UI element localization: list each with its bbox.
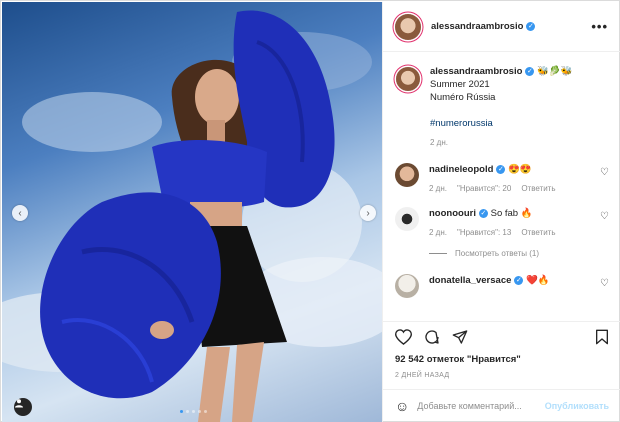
comment-item: donatella_versace ✓ ❤️🔥 ♡ <box>395 274 609 298</box>
commenter-username[interactable]: nadineleopold <box>429 164 493 175</box>
photo-illustration <box>2 10 382 422</box>
comment-time[interactable]: 2 дн. <box>429 184 447 193</box>
carousel-dot <box>186 410 189 413</box>
caption-line: Numéro Rússia <box>430 92 496 103</box>
caption-author-username[interactable]: alessandraambrosio <box>430 66 522 77</box>
user-tag-icon <box>15 399 23 408</box>
caption-emoji: 🐝🥬🐝 <box>537 66 573 77</box>
carousel-dot <box>204 410 207 413</box>
carousel-dot <box>198 410 201 413</box>
comment-input[interactable] <box>417 401 537 411</box>
author-avatar[interactable] <box>395 13 421 40</box>
comment-likes[interactable]: "Нравится": 13 <box>457 228 511 237</box>
commenter-avatar[interactable] <box>395 207 419 231</box>
chevron-right-icon: › <box>366 207 370 219</box>
comments-list[interactable]: alessandraambrosio ✓ 🐝🥬🐝 Summer 2021 Numé… <box>383 53 620 321</box>
next-slide-button[interactable]: › <box>360 205 376 221</box>
verified-badge-icon: ✓ <box>478 208 488 218</box>
chevron-left-icon: ‹ <box>18 207 22 219</box>
add-comment-bar: ☺ Опубликовать <box>383 389 620 422</box>
caption-time[interactable]: 2 дн. <box>430 138 573 147</box>
smiley-icon[interactable]: ☺ <box>395 398 409 414</box>
post-side-panel: alessandraambrosio ✓ ••• alessandraambro… <box>382 2 620 422</box>
verified-badge-icon: ✓ <box>496 164 506 174</box>
comment-item: noonoouri ✓ So fab 🔥 2 дн. "Нравится": 13… <box>395 207 609 237</box>
comment-time[interactable]: 2 дн. <box>429 228 447 237</box>
post-header: alessandraambrosio ✓ ••• <box>383 2 620 52</box>
paper-plane-icon[interactable] <box>452 329 468 345</box>
verified-badge-icon: ✓ <box>525 66 535 76</box>
post-photo[interactable]: ‹ › <box>2 2 382 422</box>
comment-text: So fab 🔥 <box>490 208 533 219</box>
post-date[interactable]: 2 ДНЕЙ НАЗАД <box>395 372 609 379</box>
replies-divider <box>429 253 447 254</box>
author-username[interactable]: alessandraambrosio <box>431 21 523 32</box>
publish-button[interactable]: Опубликовать <box>545 401 609 411</box>
post-dialog: ‹ › alessandraambrosio ✓ ••• alessandraa… <box>0 0 620 422</box>
likes-count[interactable]: 92 542 отметок "Нравится" <box>395 354 609 365</box>
post-caption: alessandraambrosio ✓ 🐝🥬🐝 Summer 2021 Numé… <box>395 65 609 147</box>
comment-text: 😍😍 <box>508 164 532 175</box>
comment-likes[interactable]: "Нравится": 20 <box>457 184 511 193</box>
carousel-dots <box>180 410 207 413</box>
comment-item: nadineleopold ✓ 😍😍 2 дн. "Нравится": 20 О… <box>395 163 609 193</box>
post-actions: 92 542 отметок "Нравится" 2 ДНЕЙ НАЗАД <box>383 321 620 379</box>
comment-icon[interactable] <box>424 329 440 345</box>
heart-icon[interactable] <box>395 329 412 345</box>
carousel-dot <box>192 410 195 413</box>
commenter-avatar[interactable] <box>395 274 419 298</box>
like-comment-heart-icon[interactable]: ♡ <box>600 211 609 222</box>
commenter-avatar[interactable] <box>395 163 419 187</box>
view-replies-label: Посмотреть ответы (1) <box>455 249 540 258</box>
caption-line: Summer 2021 <box>430 79 490 90</box>
commenter-username[interactable]: noonoouri <box>429 208 476 219</box>
comment-text: ❤️🔥 <box>526 275 550 286</box>
prev-slide-button[interactable]: ‹ <box>12 205 28 221</box>
reply-link[interactable]: Ответить <box>521 184 555 193</box>
caption-author-avatar[interactable] <box>396 67 420 91</box>
like-comment-heart-icon[interactable]: ♡ <box>600 278 609 289</box>
more-options-icon[interactable]: ••• <box>591 19 608 34</box>
verified-badge-icon: ✓ <box>514 275 524 285</box>
verified-badge-icon: ✓ <box>526 22 536 31</box>
reply-link[interactable]: Ответить <box>521 228 555 237</box>
user-tag-button[interactable] <box>14 398 32 416</box>
hashtag-link[interactable]: #numerorussia <box>430 118 493 129</box>
view-replies-button[interactable]: Посмотреть ответы (1) <box>429 249 609 258</box>
carousel-dot <box>180 410 183 413</box>
like-comment-heart-icon[interactable]: ♡ <box>600 167 609 178</box>
bookmark-icon[interactable] <box>595 329 609 345</box>
commenter-username[interactable]: donatella_versace <box>429 275 511 286</box>
